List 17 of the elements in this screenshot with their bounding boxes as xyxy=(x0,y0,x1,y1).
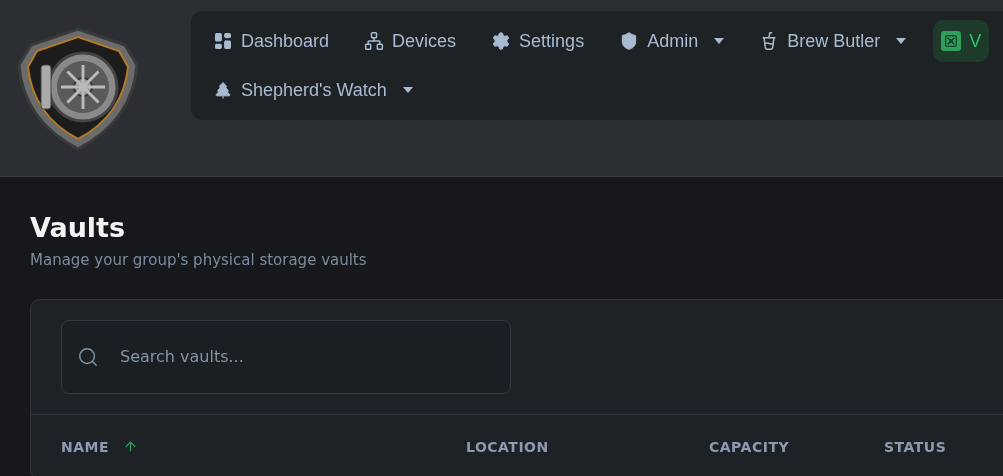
column-header[interactable]: CAPACITY xyxy=(709,438,790,455)
nav-link[interactable]: Shepherd's Watch xyxy=(205,69,421,111)
page-title: Vaults xyxy=(30,213,126,243)
nav-link[interactable]: V xyxy=(933,20,990,62)
nav-link[interactable]: Admin xyxy=(611,20,733,62)
search-field[interactable]: Search vaults... xyxy=(61,319,511,394)
nav-link[interactable]: Devices xyxy=(356,20,465,62)
nav-link[interactable]: Dashboard xyxy=(205,20,338,62)
tree-icon xyxy=(213,80,233,100)
column-header[interactable]: NAME xyxy=(61,438,110,455)
dashboard-icon xyxy=(213,31,233,51)
column-header[interactable]: STATUS xyxy=(884,438,947,455)
column-header[interactable]: LOCATION xyxy=(466,438,549,455)
nav-link[interactable]: Brew Butler xyxy=(751,20,915,62)
nav-link[interactable]: Settings xyxy=(483,20,593,62)
network-icon xyxy=(364,31,385,51)
page-subtitle: Manage your group's physical storage vaults xyxy=(30,250,367,269)
